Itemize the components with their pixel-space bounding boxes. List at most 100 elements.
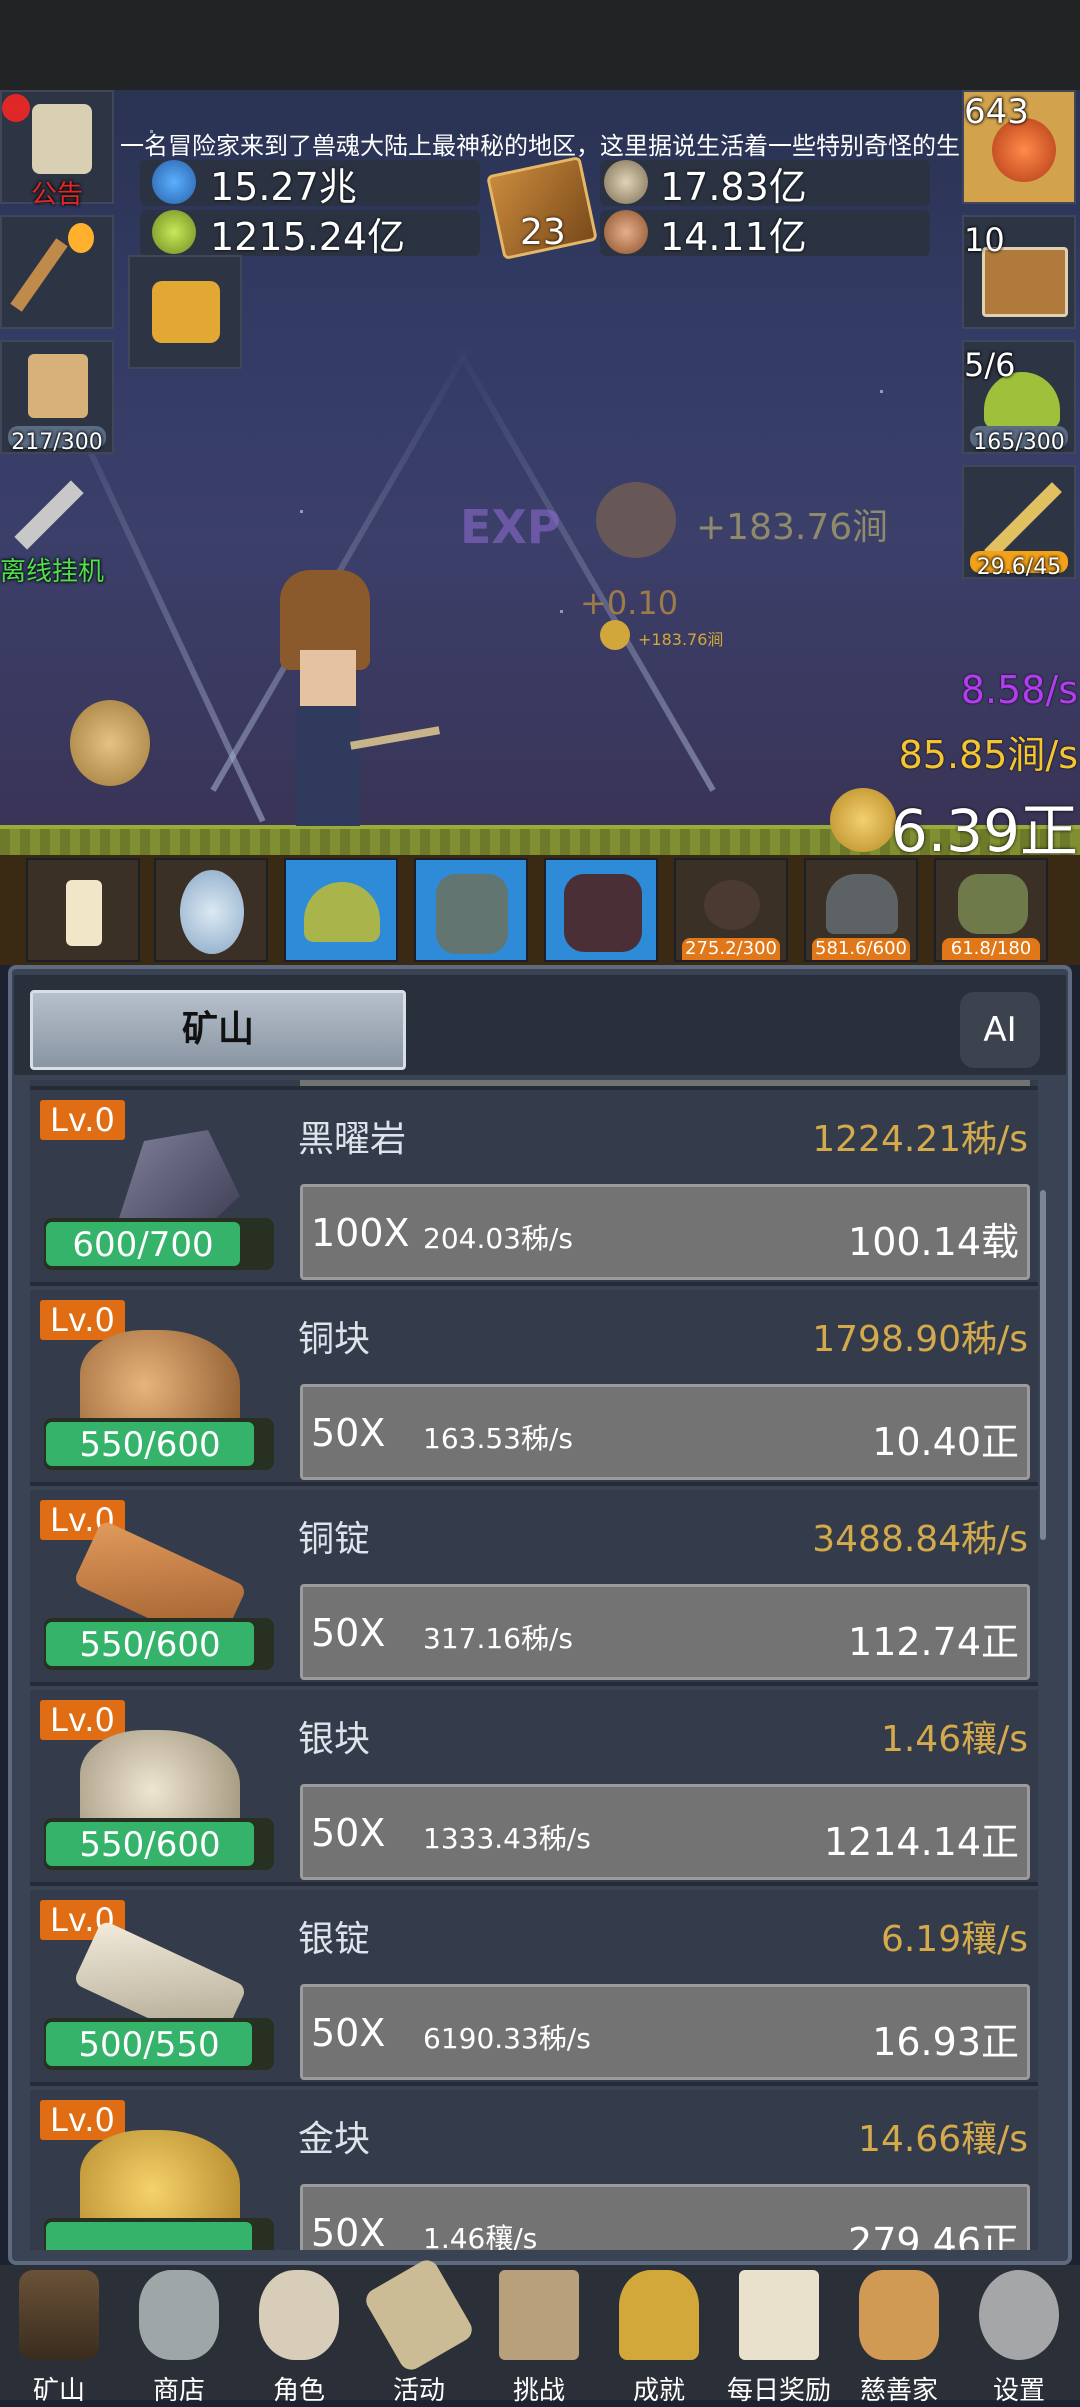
nav-activity[interactable]: 活动 [361,2256,477,2406]
torch-button[interactable] [0,215,114,329]
floating-gold-coin-icon[interactable] [70,700,150,786]
nav-mine[interactable]: 矿山 [4,2270,114,2406]
goblin-progress: 61.8/180 [942,938,1040,960]
monster-slot-zombie[interactable] [414,858,528,962]
upgrade-button[interactable]: 50X 317.16秭/s 112.74正 [300,1584,1030,1680]
mine-row: Lv.0 金块 14.66穰/s 50X 1.46穰/s 279.46正 [30,2090,1038,2250]
mine-row: Lv.0 500/550 银锭 6.19穰/s 50X 6190.33秭/s 1… [30,1890,1038,2086]
slime-button[interactable]: 5/6 165/300 [962,340,1076,455]
potion-button[interactable]: 643 [962,90,1076,204]
resource-name: 铜块 [298,1319,371,1360]
beer-button[interactable]: 217/300 [0,340,114,455]
resource-rate: 1798.90秭/s [812,1319,1028,1360]
list-scrollbar[interactable] [1040,1190,1046,1540]
slime-progress-text: 165/300 [973,430,1065,455]
monster-slot-egg[interactable] [154,858,268,962]
blue-potion-icon [152,160,196,204]
book-count: 23 [520,212,566,253]
status-bar [0,0,1080,90]
list-row-partial [30,1080,1038,1090]
scroll-icon [32,104,92,174]
upgrade-cost: 100.14载 [848,1220,1019,1264]
nav-shop[interactable]: 商店 [124,2270,234,2406]
multiplier: 50X [311,1811,386,1855]
multiplier: 50X [311,1411,386,1455]
spider-icon [704,880,760,930]
key-icon [619,2270,699,2360]
monster-slot-spider[interactable]: 275.2/300 [674,858,788,962]
envelope-icon [739,2270,819,2360]
monster-slot-bat[interactable] [544,858,658,962]
sword-button[interactable]: 29.6/45 [962,465,1076,580]
monster-slot-candle[interactable] [26,858,140,962]
capacity-bar [44,2218,274,2250]
nav-label: 角色 [272,2376,325,2406]
capacity-bar: 550/600 [44,1618,274,1670]
nav-label: 挑战 [512,2376,565,2406]
stone-icon [139,2270,219,2360]
resource-rate: 1.46穰/s [880,1719,1028,1760]
multiplier: 100X [311,1211,410,1255]
mine-list[interactable]: Lv.0 600/700 黑曜岩 1224.21秭/s 100X 204.03秭… [30,1080,1038,2250]
offline-label: 离线挂机 [0,557,105,587]
level-badge: Lv.0 [40,2100,125,2140]
ai-button[interactable]: AI [960,992,1040,1068]
hero-face [300,650,356,710]
upgrade-cost: 112.74正 [848,1620,1019,1664]
hero-body[interactable] [296,706,360,826]
green-potion-value: 1215.24亿 [210,215,406,259]
torch-icon [10,238,68,312]
mine-row: Lv.0 550/600 铜块 1798.90秭/s 50X 163.53秭/s… [30,1290,1038,1486]
sub-rate: 6190.33秭/s [423,2022,591,2055]
monster-slot-goblin[interactable]: 61.8/180 [934,858,1048,962]
map-icon [499,2270,579,2360]
golden-lock-button[interactable] [128,255,242,369]
resource-name: 铜锭 [298,1519,371,1560]
nav-achievement[interactable]: 成就 [604,2270,714,2406]
tab-mine[interactable]: 矿山 [30,990,406,1070]
upgrade-button[interactable]: 50X 1.46穰/s 279.46正 [300,2184,1030,2250]
silver-coin-value: 17.83亿 [660,165,807,209]
silver-coin-icon [604,160,648,204]
nav-label: 每日奖励 [726,2376,831,2406]
offline-button[interactable]: 离线挂机 [0,465,114,587]
resource-rate: 14.66穰/s [858,2119,1028,2160]
chest-button[interactable]: 10 [962,215,1076,329]
upgrade-cost: 16.93正 [872,2020,1019,2064]
capacity-bar: 550/600 [44,1418,274,1470]
capacity-text: 500/550 [46,2022,252,2066]
golden-lock-icon [152,281,220,343]
sub-rate: 1.46穰/s [423,2222,538,2250]
gear-icon [979,2270,1059,2360]
nav-label: 成就 [632,2376,685,2406]
gold-coin-icon [830,788,896,852]
capacity-bar: 500/550 [44,2018,274,2070]
upgrade-button[interactable]: 100X 204.03秭/s 100.14载 [300,1184,1030,1280]
nav-philanthropist[interactable]: 慈善家 [844,2270,954,2406]
nav-challenge[interactable]: 挑战 [484,2270,594,2406]
spider-progress: 275.2/300 [682,938,780,960]
monster-slot-ghost[interactable]: 581.6/600 [804,858,918,962]
nav-character[interactable]: 角色 [244,2270,354,2406]
capacity-text [46,2222,252,2250]
nav-settings[interactable]: 设置 [964,2270,1074,2406]
announcement-button[interactable]: 公告 [0,90,114,210]
floating-coin-small: +183.76涧 [638,630,724,649]
nav-daily-reward[interactable]: 每日奖励 [724,2270,834,2406]
scroll-icon [361,2256,477,2374]
monster-slot-slime[interactable] [284,858,398,962]
upgrade-button[interactable]: 50X 6190.33秭/s 16.93正 [300,1984,1030,2080]
sub-rate: 317.16秭/s [423,1622,573,1655]
resource-name: 黑曜岩 [298,1119,407,1160]
floating-exp: EXP [460,500,561,554]
upgrade-button[interactable]: 50X 1333.43秭/s 1214.14正 [300,1784,1030,1880]
nav-label: 活动 [392,2376,445,2406]
floating-coin-icon [596,482,676,558]
upgrade-button[interactable]: 50X 163.53秭/s 10.40正 [300,1384,1030,1480]
nav-label: 慈善家 [859,2376,938,2406]
resource-name: 金块 [298,2119,371,2160]
slime-count: 5/6 [964,346,1016,384]
goblin-icon [958,874,1028,934]
resource-rate: 6.19穰/s [880,1919,1028,1960]
ghost-progress: 581.6/600 [812,938,910,960]
